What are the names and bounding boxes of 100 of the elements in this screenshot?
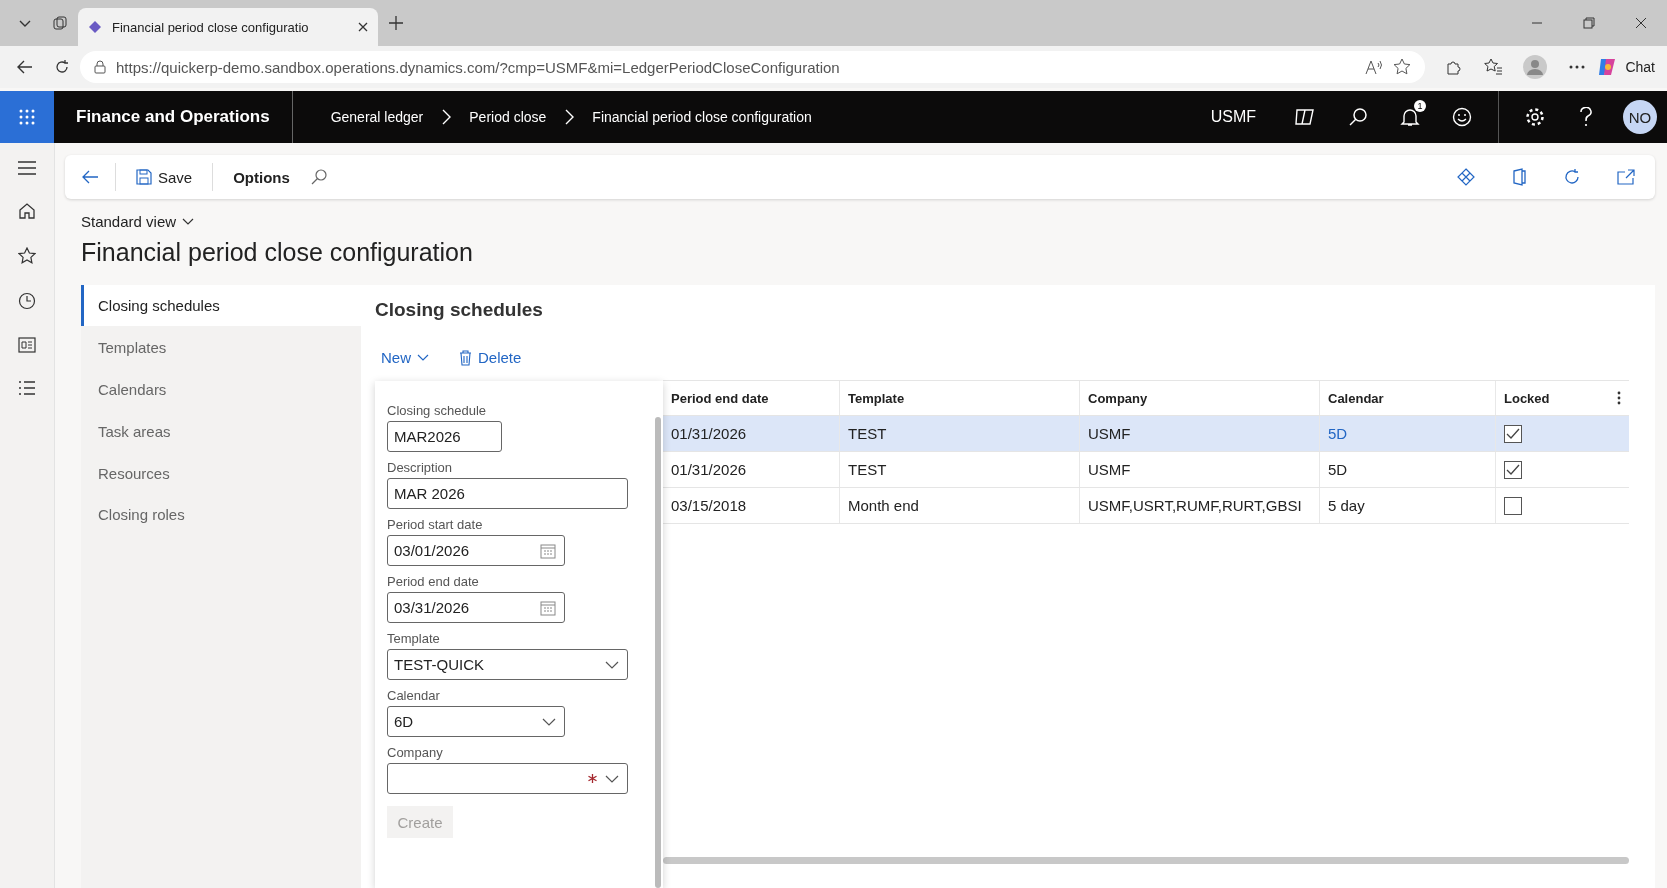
- table-cell: USMF: [1079, 452, 1319, 487]
- field-label: Company: [387, 745, 444, 760]
- company-picker[interactable]: USMF: [1210, 108, 1256, 126]
- table-cell: 5D: [1319, 416, 1495, 451]
- dropdown-field[interactable]: 6D: [387, 706, 565, 737]
- table-cell: TEST: [839, 416, 1079, 451]
- waffle-icon: [18, 108, 36, 126]
- new-button[interactable]: New: [375, 347, 435, 368]
- list-icon[interactable]: [18, 380, 36, 396]
- column-header[interactable]: Company: [1079, 381, 1319, 415]
- puzzle-icon[interactable]: [1445, 58, 1464, 76]
- date-field[interactable]: 03/31/2026: [387, 592, 565, 623]
- save-icon: [136, 169, 152, 185]
- trash-icon: [459, 349, 472, 366]
- diamond-icon: [88, 20, 102, 34]
- delete-button[interactable]: Delete: [453, 347, 528, 368]
- chevron-down-icon[interactable]: [605, 660, 619, 669]
- chat-button[interactable]: Chat: [1597, 57, 1655, 77]
- dropdown-field[interactable]: [387, 763, 628, 794]
- table-cell: 5D: [1319, 452, 1495, 487]
- field-label: Calendar: [387, 688, 441, 703]
- checkbox[interactable]: [1504, 424, 1522, 443]
- bell-icon[interactable]: [1400, 107, 1420, 127]
- chevron-down-icon: [417, 353, 429, 362]
- address-bar[interactable]: https://quickerp-demo.sandbox.operations.dynamics.com/?cmp=USMF&mi=LedgerPeriodCloseConfiguration: [80, 51, 1426, 83]
- nav-tab[interactable]: Templates: [81, 326, 361, 368]
- dropdown-field[interactable]: TEST-QUICK: [387, 649, 628, 680]
- home-icon[interactable]: [18, 202, 36, 220]
- chevron-down-icon: [182, 217, 195, 226]
- input-field[interactable]: MAR 2026: [387, 478, 628, 509]
- copilot-logo-icon: [1597, 57, 1618, 77]
- field-label: Period end date: [387, 574, 480, 589]
- nav-tab[interactable]: Resources: [81, 452, 361, 494]
- column-header[interactable]: Template: [839, 381, 1079, 415]
- checkbox[interactable]: [1504, 460, 1522, 479]
- field-label: Closing schedule: [387, 403, 487, 418]
- page-title: Financial period close configuration: [81, 238, 474, 267]
- scrollbar[interactable]: [663, 857, 1629, 864]
- app-name[interactable]: Finance and Operations: [54, 91, 293, 143]
- help-icon[interactable]: [1579, 107, 1593, 127]
- favorites-icon[interactable]: [1483, 58, 1504, 76]
- field-label: Description: [387, 460, 454, 475]
- clock-icon[interactable]: [18, 292, 36, 310]
- checkbox[interactable]: [1504, 496, 1522, 515]
- search-icon[interactable]: [1348, 107, 1368, 127]
- breadcrumb-link[interactable]: General ledger: [330, 109, 424, 125]
- view-selector[interactable]: Standard view: [81, 213, 195, 230]
- notification-count: 1: [1414, 100, 1426, 112]
- chevron-right-icon: [564, 109, 575, 125]
- star-icon[interactable]: [1393, 58, 1412, 76]
- back-icon[interactable]: [81, 169, 99, 185]
- nav-tab[interactable]: Closing schedules: [81, 285, 361, 326]
- user-avatar[interactable]: NO: [1623, 100, 1657, 134]
- table-cell: USMF: [1079, 416, 1319, 451]
- scrollbar[interactable]: [655, 417, 661, 888]
- open-in-new-icon[interactable]: [1617, 169, 1635, 185]
- profile-icon[interactable]: [1523, 55, 1548, 79]
- nav-tab[interactable]: Closing roles: [81, 494, 361, 536]
- breadcrumb-link[interactable]: Financial period close configuration: [592, 109, 812, 125]
- chevron-right-icon: [441, 109, 452, 125]
- workspace-icon[interactable]: [18, 337, 36, 353]
- close-icon[interactable]: [358, 22, 368, 32]
- nav-tab[interactable]: Task areas: [81, 410, 361, 452]
- column-header[interactable]: Locked: [1495, 381, 1605, 415]
- date-field[interactable]: 03/01/2026: [387, 535, 565, 566]
- table-cell-text: 01/31/2026: [670, 460, 748, 480]
- close-icon[interactable]: [1635, 17, 1647, 29]
- refresh-icon[interactable]: [54, 59, 70, 75]
- column-header[interactable]: Period end date: [663, 381, 839, 415]
- breadcrumb-link[interactable]: Period close: [469, 109, 547, 125]
- more-icon[interactable]: [1569, 65, 1586, 69]
- table-cell: TEST: [839, 452, 1079, 487]
- options-tab[interactable]: Options: [229, 164, 294, 190]
- smiley-icon[interactable]: [1452, 107, 1472, 127]
- table-row[interactable]: 03/15/2018 Month end USMF,USRT,RUMF,RURT,GBSI 5 day: [663, 488, 1629, 524]
- diamond-icon[interactable]: [1457, 168, 1475, 186]
- table-row[interactable]: 01/31/2026 TEST USMF 5D: [663, 416, 1629, 452]
- table-cell: 5 day: [1319, 488, 1495, 523]
- column-header[interactable]: Calendar: [1319, 381, 1495, 415]
- nav-tab[interactable]: Calendars: [81, 368, 361, 410]
- star-icon[interactable]: [18, 247, 36, 265]
- table-cell: Month end: [839, 488, 1079, 523]
- chevron-down-icon[interactable]: [542, 717, 556, 726]
- browser-tab[interactable]: Financial period close configuratio: [78, 8, 378, 46]
- chevron-down-icon[interactable]: [605, 774, 619, 783]
- section-title: Closing schedules: [375, 299, 544, 321]
- restore-icon[interactable]: [1583, 17, 1595, 29]
- copilot-icon[interactable]: [1294, 107, 1316, 127]
- refresh-icon[interactable]: [1563, 168, 1581, 186]
- table-row[interactable]: 01/31/2026 TEST USMF 5D: [663, 452, 1629, 488]
- save-button[interactable]: Save: [132, 164, 197, 190]
- settings-icon[interactable]: [1525, 107, 1545, 127]
- workspaces-icon[interactable]: [52, 15, 68, 31]
- back-icon[interactable]: [16, 58, 34, 76]
- table-cell-text: 01/31/2026: [670, 424, 748, 444]
- new-tab-icon[interactable]: [388, 15, 404, 31]
- menu-icon[interactable]: [18, 161, 36, 175]
- read-aloud-icon[interactable]: [1365, 59, 1384, 75]
- input-field[interactable]: MAR2026: [387, 421, 502, 452]
- more-icon[interactable]: [1617, 391, 1621, 405]
